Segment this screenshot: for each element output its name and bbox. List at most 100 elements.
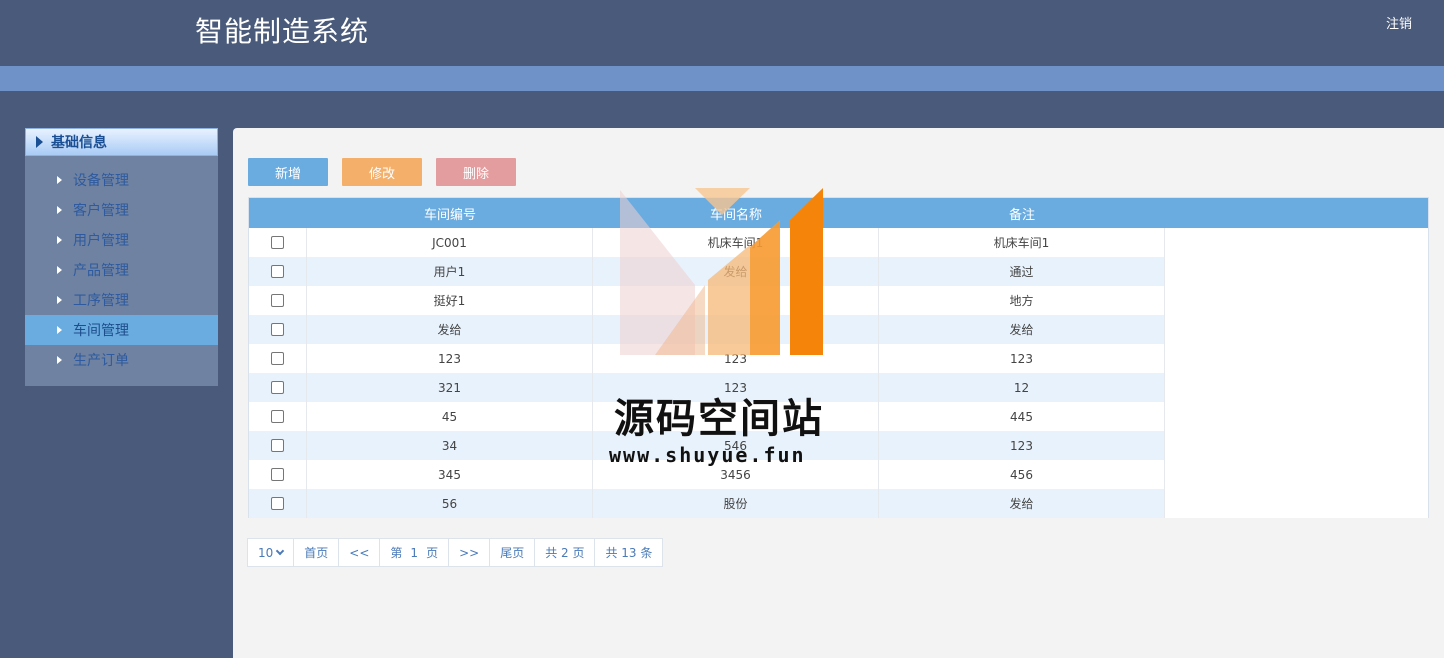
column-header-remarks[interactable]: 备注 (879, 198, 1165, 228)
prev-page-button[interactable]: << (339, 539, 381, 566)
cell-remarks: 通过 (879, 257, 1165, 286)
cell-remarks: 456 (879, 460, 1165, 489)
page-suffix: 页 (426, 546, 439, 560)
sidebar-item-customers[interactable]: 客户管理 (25, 195, 218, 225)
sidebar-item-label: 生产订单 (73, 353, 129, 369)
row-checkbox[interactable] (271, 236, 284, 249)
sidebar-item-label: 客户管理 (73, 203, 129, 219)
cell-name (593, 286, 879, 315)
row-select-cell (249, 402, 307, 431)
table-row[interactable]: 321 123 12 (249, 373, 1428, 402)
table-row[interactable]: 45 445 (249, 402, 1428, 431)
row-checkbox[interactable] (271, 381, 284, 394)
cell-remarks: 发给 (879, 315, 1165, 344)
table-row[interactable]: 用户1 发给 通过 (249, 257, 1428, 286)
cell-remarks: 地方 (879, 286, 1165, 315)
chevron-down-icon (276, 546, 285, 556)
row-select-cell (249, 286, 307, 315)
table-row[interactable]: 发给 发给 (249, 315, 1428, 344)
total-pages: 共 2 页 (535, 539, 596, 566)
sidebar-item-production-orders[interactable]: 生产订单 (25, 345, 218, 375)
table-row[interactable]: 56 股份 发给 (249, 489, 1428, 518)
sidebar-item-products[interactable]: 产品管理 (25, 255, 218, 285)
page-prefix: 第 (390, 546, 403, 560)
table-row[interactable]: 345 3456 456 (249, 460, 1428, 489)
table-row[interactable]: 123 123 123 (249, 344, 1428, 373)
row-checkbox[interactable] (271, 439, 284, 452)
select-column-header (249, 198, 307, 228)
page-size-value: 10 (258, 545, 274, 560)
row-select-cell (249, 489, 307, 518)
row-select-cell (249, 315, 307, 344)
sidebar-group-label: 基础信息 (51, 135, 107, 151)
caret-right-icon (57, 206, 62, 214)
caret-right-icon (57, 266, 62, 274)
row-checkbox[interactable] (271, 294, 284, 307)
cell-code: 用户1 (307, 257, 593, 286)
row-select-cell (249, 431, 307, 460)
cell-name (593, 315, 879, 344)
sidebar: 基础信息 设备管理 客户管理 用户管理 产品管理 工序管理 车间管理 生产订单 (25, 128, 218, 386)
edit-button[interactable]: 修改 (342, 158, 422, 186)
cell-code: 34 (307, 431, 593, 460)
row-select-cell (249, 373, 307, 402)
sidebar-group-header[interactable]: 基础信息 (25, 128, 218, 156)
row-select-cell (249, 344, 307, 373)
sidebar-item-workshops[interactable]: 车间管理 (25, 315, 218, 345)
current-page: 第1页 (380, 539, 450, 566)
caret-right-icon (57, 326, 62, 334)
last-page-button[interactable]: 尾页 (490, 539, 536, 566)
watermark-text: 源码空间站 (614, 396, 824, 442)
table-row[interactable]: 34 546 123 (249, 431, 1428, 460)
pagination: 10 首页 << 第1页 >> 尾页 共 2 页 共 13 条 (247, 538, 664, 567)
caret-right-icon (57, 236, 62, 244)
column-header-workshop-name[interactable]: 车间名称 (593, 198, 879, 228)
sidebar-item-label: 产品管理 (73, 263, 129, 279)
cell-remarks: 发给 (879, 489, 1165, 518)
caret-right-icon (57, 356, 62, 364)
page-number[interactable]: 1 (410, 546, 418, 560)
table-body: JC001 机床车间1 机床车间1 用户1 发给 通过 挺好1 地方 发给 发给 123 12… (249, 228, 1428, 518)
row-checkbox[interactable] (271, 497, 284, 510)
first-page-button[interactable]: 首页 (294, 539, 340, 566)
workshop-table: 车间编号 车间名称 备注 JC001 机床车间1 机床车间1 用户1 发给 通过 挺好1… (248, 197, 1429, 518)
row-checkbox[interactable] (271, 468, 284, 481)
cell-remarks: 123 (879, 431, 1165, 460)
logout-link[interactable]: 注销 (1386, 13, 1412, 32)
cell-code: 321 (307, 373, 593, 402)
app-title: 智能制造系统 (195, 15, 370, 48)
row-checkbox[interactable] (271, 323, 284, 336)
cell-remarks: 445 (879, 402, 1165, 431)
caret-right-icon (36, 136, 43, 148)
row-checkbox[interactable] (271, 352, 284, 365)
sidebar-item-label: 工序管理 (73, 293, 129, 309)
add-button[interactable]: 新增 (248, 158, 328, 186)
column-header-workshop-code[interactable]: 车间编号 (307, 198, 593, 228)
sidebar-item-processes[interactable]: 工序管理 (25, 285, 218, 315)
cell-name: 发给 (593, 257, 879, 286)
row-checkbox[interactable] (271, 410, 284, 423)
cell-name: 机床车间1 (593, 228, 879, 257)
top-header: 智能制造系统 注销 (0, 0, 1444, 66)
table-header: 车间编号 车间名称 备注 (249, 198, 1428, 228)
cell-remarks: 123 (879, 344, 1165, 373)
main-content: 新增 修改 删除 车间编号 车间名称 备注 JC001 机床车间1 机床车间1 用户… (233, 128, 1444, 658)
sidebar-item-label: 车间管理 (73, 323, 129, 339)
cell-code: 挺好1 (307, 286, 593, 315)
row-checkbox[interactable] (271, 265, 284, 278)
table-row[interactable]: 挺好1 地方 (249, 286, 1428, 315)
cell-name: 123 (593, 344, 879, 373)
sidebar-item-equipment[interactable]: 设备管理 (25, 165, 218, 195)
toolbar: 新增 修改 删除 (248, 158, 530, 186)
cell-code: 123 (307, 344, 593, 373)
delete-button[interactable]: 删除 (436, 158, 516, 186)
watermark-url: www.shuyue.fun (609, 443, 806, 467)
row-select-cell (249, 257, 307, 286)
cell-code: 345 (307, 460, 593, 489)
sidebar-item-label: 用户管理 (73, 233, 129, 249)
sidebar-item-users[interactable]: 用户管理 (25, 225, 218, 255)
cell-name: 股份 (593, 489, 879, 518)
table-row[interactable]: JC001 机床车间1 机床车间1 (249, 228, 1428, 257)
next-page-button[interactable]: >> (449, 539, 491, 566)
page-size-select[interactable]: 10 (248, 539, 295, 566)
